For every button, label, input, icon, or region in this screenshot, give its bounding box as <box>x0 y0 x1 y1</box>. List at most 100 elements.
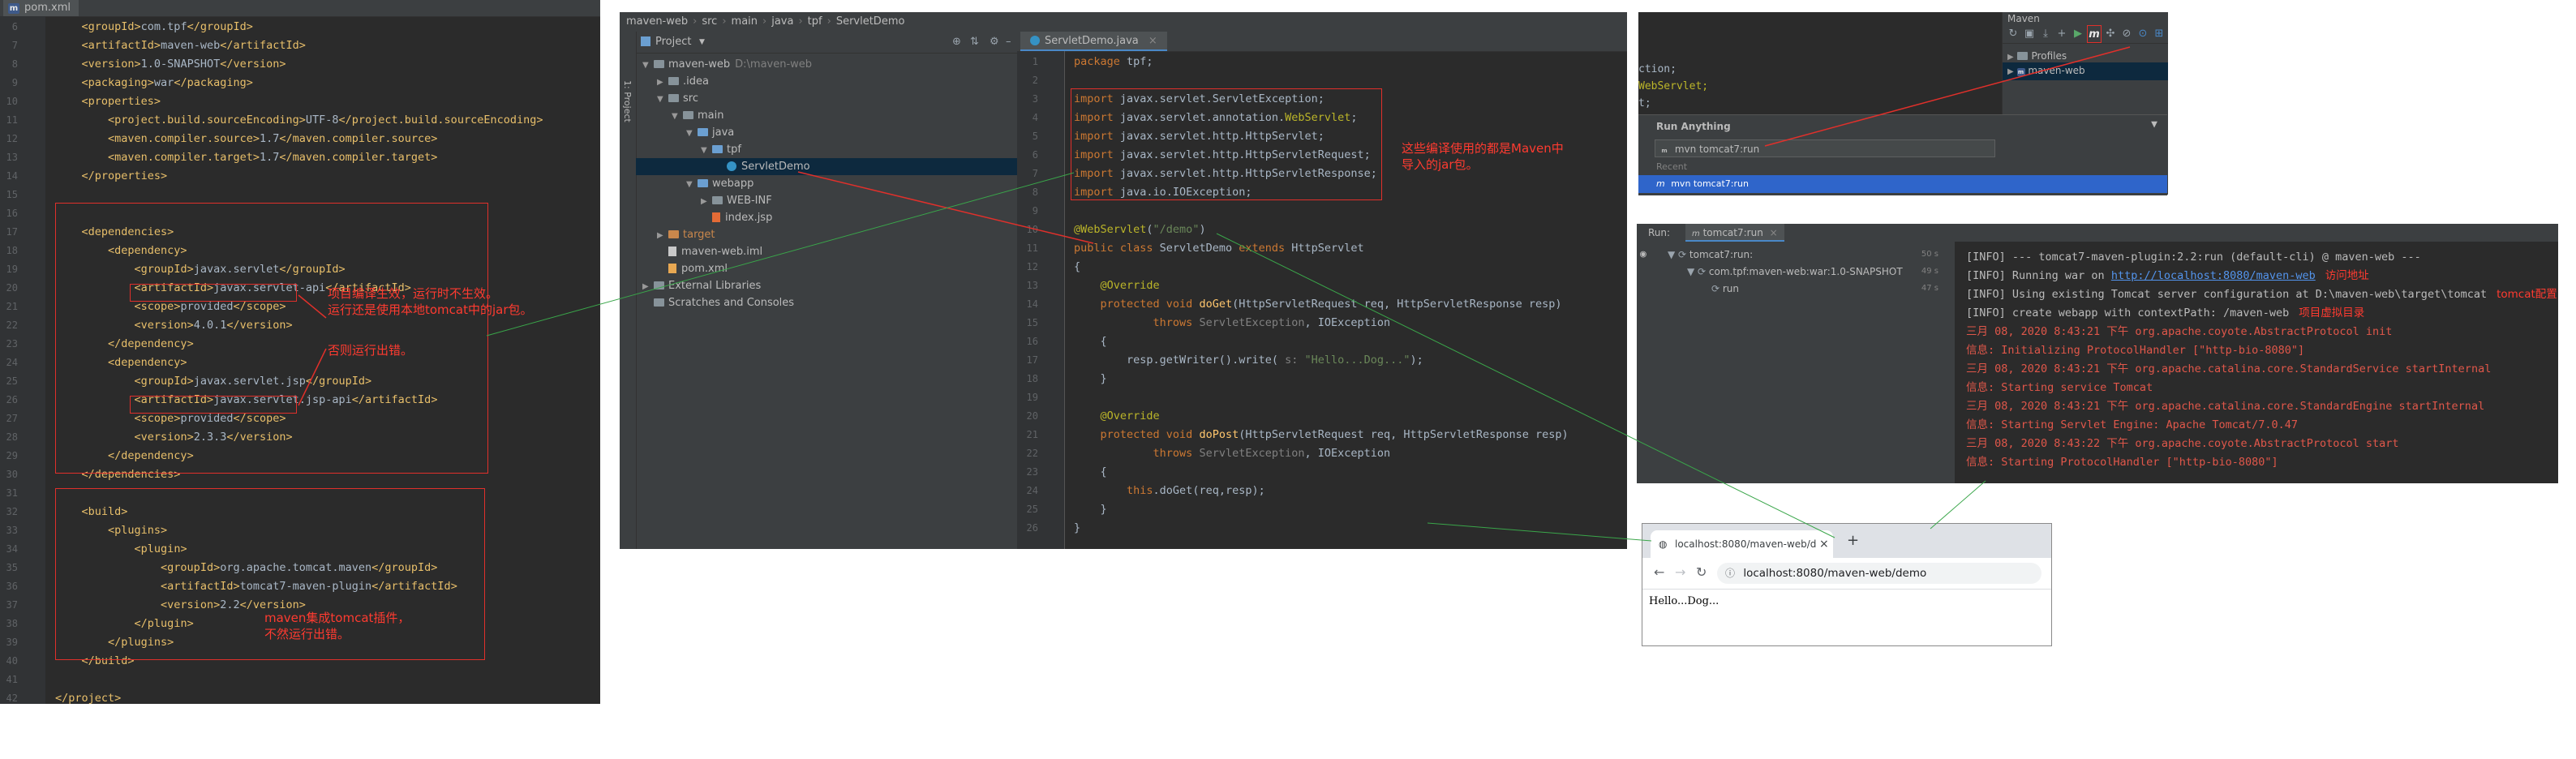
tree-item[interactable]: ▼ maven-web D:\maven-web <box>636 56 1017 73</box>
tree-item[interactable]: ▼ java <box>636 124 1017 141</box>
tree-item[interactable]: ▶ target <box>636 226 1017 243</box>
reload-icon[interactable]: ↻ <box>2006 25 2020 43</box>
tree-item-label: main <box>698 109 724 122</box>
editor-tab-bar: ServletDemo.java × <box>1017 32 1627 52</box>
gear-icon[interactable]: ⚙ <box>990 32 999 53</box>
tree-item[interactable]: ServletDemo <box>636 158 1017 175</box>
tree-item[interactable]: ▼ webapp <box>636 175 1017 192</box>
tree-item-label: src <box>683 92 698 105</box>
reload-icon[interactable]: ↻ <box>1696 564 1707 580</box>
code-line: 7 <artifactId>maven-web</artifactId> <box>0 36 600 55</box>
expand-arrow-icon[interactable]: ▼ <box>672 108 683 125</box>
tree-item[interactable]: ▶ .idea <box>636 73 1017 90</box>
editor-tab-label: ServletDemo.java <box>1045 35 1139 47</box>
console-text: 信息: Starting service Tomcat <box>1966 381 2153 394</box>
expand-arrow-icon[interactable]: ▼ <box>686 125 698 142</box>
tree-item[interactable]: maven-web.iml <box>636 243 1017 260</box>
collapse-all-icon[interactable]: ⊞ <box>2152 25 2166 43</box>
line-text: { <box>1074 335 1107 348</box>
browser-tab[interactable]: ◍ localhost:8080/maven-web/d × <box>1651 530 1833 558</box>
editor-tab[interactable]: ServletDemo.java × <box>1020 32 1167 51</box>
run-console[interactable]: [INFO] --- tomcat7-maven-plugin:2.2:run … <box>1955 242 2558 483</box>
line-number: 14 <box>6 170 18 182</box>
generate-sources-icon[interactable]: ▣ <box>2022 25 2037 43</box>
expand-arrow-icon[interactable]: ▶ <box>657 74 668 91</box>
execute-maven-goal-icon[interactable]: m <box>2087 25 2102 43</box>
expand-arrow-icon[interactable]: ▶ <box>642 278 654 295</box>
run-tree-item[interactable]: ⟳ run 47 s <box>1711 281 1938 297</box>
filter-icon[interactable]: ▼ <box>2151 118 2157 131</box>
expand-arrow-icon[interactable]: ▼ <box>657 91 668 108</box>
run-tab[interactable]: m tomcat7:run × <box>1685 224 1784 242</box>
line-text: throws ServletException, IOException <box>1153 316 1391 329</box>
forward-icon[interactable]: → <box>1675 564 1685 580</box>
globe-icon: ◍ <box>1659 538 1668 550</box>
line-number: 21 <box>6 301 18 312</box>
source-folder-icon <box>698 128 708 136</box>
close-icon[interactable]: × <box>1148 35 1157 47</box>
project-view-dropdown[interactable]: Project <box>655 32 691 53</box>
run-tree-item[interactable]: ▼ ⟳ com.tpf:maven-web:war:1.0-SNAPSHOT 49… <box>1687 264 1938 280</box>
project-stripe[interactable]: 1: Project <box>620 32 637 549</box>
skip-tests-icon[interactable]: ⊘ <box>2119 25 2134 43</box>
breadcrumb-item[interactable]: ServletDemo <box>836 12 905 32</box>
code-editor[interactable]: ServletDemo.java × 1 package tpf; 2 3 import… <box>1017 32 1627 549</box>
breadcrumb-item[interactable]: main <box>732 12 758 32</box>
close-icon[interactable]: × <box>1819 530 1829 558</box>
run-icon[interactable]: ▶ <box>2071 25 2085 43</box>
console-link[interactable]: http://localhost:8080/maven-web <box>2111 269 2316 282</box>
breadcrumb-item[interactable]: tpf <box>808 12 822 32</box>
tree-item[interactable]: ▶ External Libraries <box>636 277 1017 294</box>
breadcrumb-item[interactable]: java <box>771 12 793 32</box>
expand-arrow-icon[interactable]: ▼ <box>642 57 654 74</box>
eye-icon[interactable]: ◉ <box>1640 248 1646 260</box>
show-dependencies-icon[interactable]: ⊙ <box>2136 25 2150 43</box>
expand-arrow-icon[interactable]: ▶ <box>701 193 712 210</box>
console-text: 信息: Starting Servlet Engine: Apache Tomc… <box>1966 418 2299 431</box>
breadcrumb-item[interactable]: maven-web <box>626 12 688 32</box>
folder-icon <box>668 77 679 85</box>
breadcrumb-item[interactable]: src <box>702 12 717 32</box>
pom-tab[interactable]: m pom.xml <box>3 0 79 16</box>
tree-item[interactable]: Scratches and Consoles <box>636 294 1017 311</box>
xml-file-icon <box>668 264 676 273</box>
run-tree-time: 50 s <box>1921 250 1938 259</box>
library-icon <box>654 281 664 289</box>
collapse-icon[interactable]: ⇅ <box>970 32 979 53</box>
expand-arrow-icon[interactable]: ▼ <box>686 176 698 193</box>
tree-item[interactable]: ▶ WEB-INF <box>636 192 1017 209</box>
console-line: [INFO] Using existing Tomcat server conf… <box>1966 285 2557 304</box>
run-anything-title: Run Anything <box>1656 121 1731 132</box>
line-text: resp.getWriter().write( s: "Hello...Dog.… <box>1074 354 1423 367</box>
browser-tab-strip: ◍ localhost:8080/maven-web/d × + <box>1642 524 2051 558</box>
toggle-offline-icon[interactable]: ✣ <box>2103 25 2118 43</box>
maven-project-node[interactable]: ▶ m maven-web <box>2003 62 2168 80</box>
expand-arrow-icon[interactable]: ▶ <box>657 227 668 244</box>
run-tree[interactable]: ▼ ⟳ tomcat7:run: 50 s ▼ ⟳ com.tpf:maven-we… <box>1655 242 1956 483</box>
chevron-down-icon[interactable]: ▼ <box>699 32 705 53</box>
tree-item[interactable]: ▼ main <box>636 107 1017 124</box>
maven-title: Maven <box>2007 13 2040 24</box>
tree-item[interactable]: pom.xml <box>636 260 1017 277</box>
line-number: 13 <box>1026 280 1038 291</box>
new-tab-icon[interactable]: + <box>1847 532 1859 549</box>
tree-item[interactable]: ▼ src <box>636 90 1017 107</box>
locate-icon[interactable]: ⊕ <box>952 32 961 53</box>
console-text: 信息: Initializing ProtocolHandler ["http-… <box>1966 344 2305 357</box>
tree-item[interactable]: ▼ tpf <box>636 141 1017 158</box>
progress-icon: ⟳ <box>1711 283 1723 294</box>
download-icon[interactable]: ⤓ <box>2038 25 2053 43</box>
console-line: 三月 08, 2020 8:43:22 下午 org.apache.coyote… <box>1966 435 2399 453</box>
run-tree-label: tomcat7:run: <box>1689 249 1754 260</box>
run-anything-input[interactable]: m mvn tomcat7:run <box>1655 139 1995 157</box>
add-icon[interactable]: + <box>2054 25 2069 43</box>
back-icon[interactable]: ← <box>1654 564 1664 580</box>
ide-window: maven-web › src › main › java › tpf › ServletDemo … <box>620 12 1627 549</box>
close-icon[interactable]: × <box>1770 227 1778 238</box>
tree-item[interactable]: index.jsp <box>636 209 1017 226</box>
run-tree-item[interactable]: ▼ ⟳ tomcat7:run: 50 s <box>1668 247 1938 263</box>
expand-arrow-icon[interactable]: ▼ <box>701 142 712 159</box>
hide-icon[interactable]: – <box>1006 32 1011 53</box>
address-bar[interactable]: ⓘ localhost:8080/maven-web/demo <box>1717 563 2041 584</box>
recent-item[interactable]: m mvn tomcat7:run <box>1638 175 2167 193</box>
